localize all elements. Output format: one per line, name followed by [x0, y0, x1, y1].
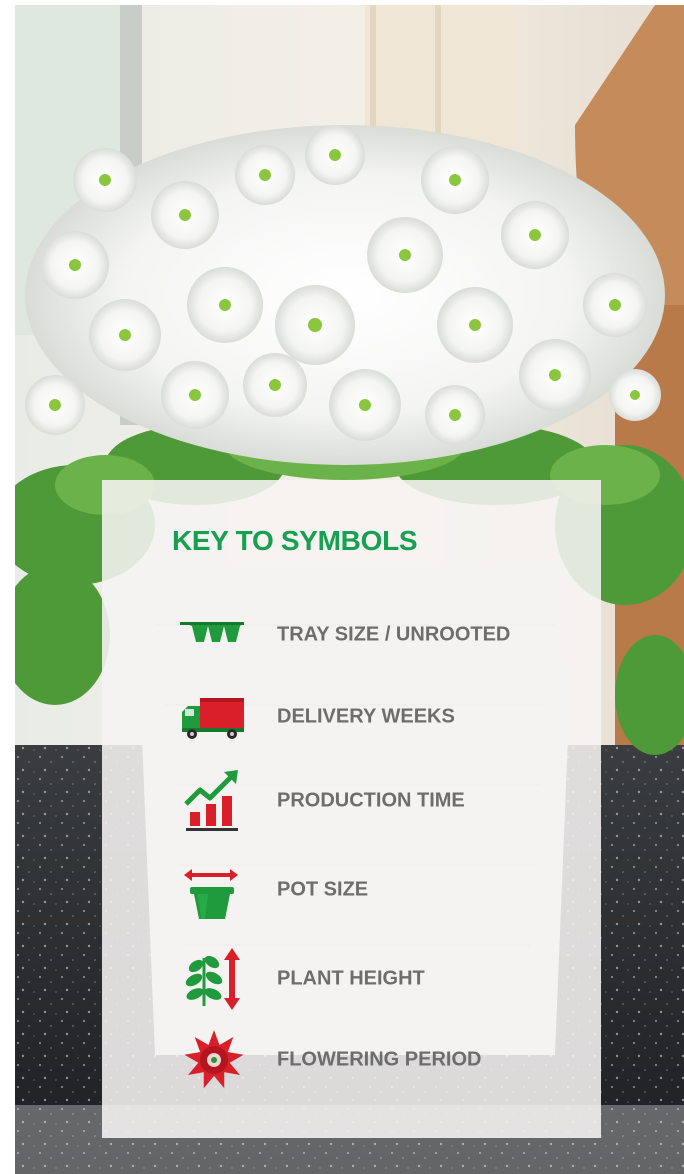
legend-item-tray-size: TRAY SIZE / UNROOTED	[178, 600, 598, 670]
legend-label: PLANT HEIGHT	[277, 967, 425, 990]
legend-item-pot-size: POT SIZE	[178, 855, 598, 925]
production-chart-icon	[178, 766, 248, 836]
legend-label: POT SIZE	[277, 878, 369, 901]
legend-label: PRODUCTION TIME	[277, 789, 465, 812]
plant-height-icon	[178, 944, 248, 1014]
legend-label: TRAY SIZE / UNROOTED	[277, 623, 511, 646]
pot-size-icon	[178, 855, 248, 925]
panel-title: KEY TO SYMBOLS	[172, 525, 418, 556]
key-to-symbols-panel: KEY TO SYMBOLS TRAY SIZE / UNROOTED DELI…	[102, 480, 601, 1138]
legend-label: DELIVERY WEEKS	[277, 705, 455, 728]
delivery-truck-icon	[178, 682, 248, 752]
legend-item-production-time: PRODUCTION TIME	[178, 766, 598, 836]
page: KEY TO SYMBOLS TRAY SIZE / UNROOTED DELI…	[0, 0, 684, 1174]
tray-icon	[178, 600, 248, 670]
legend-label: FLOWERING PERIOD	[277, 1048, 482, 1071]
flower-icon	[178, 1025, 248, 1095]
legend-item-flowering-period: FLOWERING PERIOD	[178, 1025, 598, 1095]
legend-item-plant-height: PLANT HEIGHT	[178, 944, 598, 1014]
legend-item-delivery-weeks: DELIVERY WEEKS	[178, 682, 598, 752]
